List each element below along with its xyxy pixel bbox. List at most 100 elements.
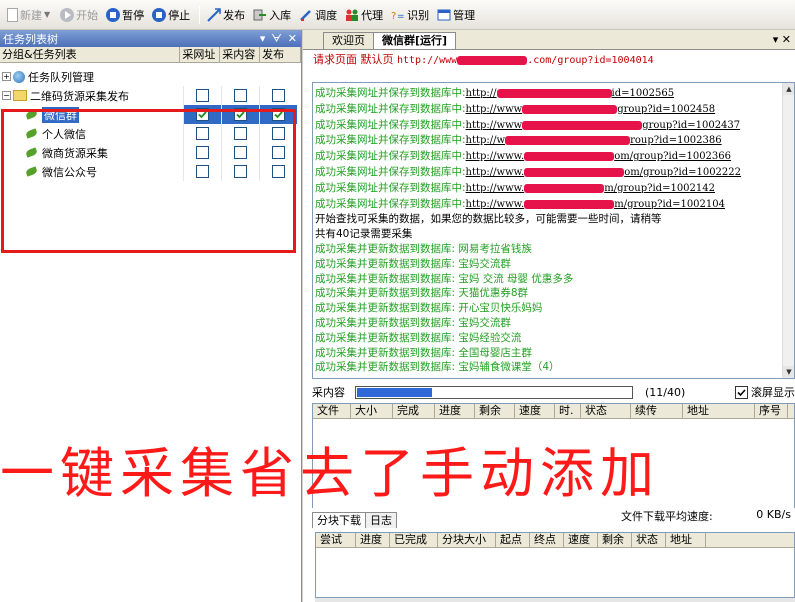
- pin-icon[interactable]: ᗄ: [271, 32, 281, 46]
- collect-url-checkbox[interactable]: [196, 146, 209, 159]
- debug-button[interactable]: 调度: [296, 4, 340, 26]
- scroll-display-toggle[interactable]: 滚屏显示: [735, 384, 795, 400]
- expand-toggle-icon[interactable]: +: [2, 72, 11, 81]
- column-header[interactable]: 进度: [435, 404, 475, 418]
- log-url-link[interactable]: http://www. om/group?id=1002366: [466, 151, 731, 162]
- horizontal-scrollbar[interactable]: [315, 598, 795, 602]
- close-icon[interactable]: ✕: [288, 32, 297, 46]
- tree-row[interactable]: 微商货源采集: [0, 143, 301, 162]
- log-line: 成功采集网址并保存到数据库中:http://www group?id=100243…: [315, 118, 741, 131]
- column-header[interactable]: 完成: [393, 404, 435, 418]
- play-icon: [60, 7, 75, 22]
- import-button[interactable]: 入库: [250, 4, 294, 26]
- recognize-button[interactable]: ? = 识别: [388, 4, 432, 26]
- column-header[interactable]: 分块大小: [438, 533, 496, 547]
- checkbox-cell: [259, 105, 297, 124]
- log-line: 成功采集网址并保存到数据库中:http://www. om/group?id=10…: [315, 165, 742, 178]
- tree-row[interactable]: 个人微信: [0, 124, 301, 143]
- tab-wechat-group-running[interactable]: 微信群[运行]: [373, 32, 457, 49]
- publish-checkbox[interactable]: [272, 146, 285, 159]
- column-header[interactable]: 终点: [530, 533, 564, 547]
- collect-url-checkbox[interactable]: [196, 108, 209, 121]
- column-header[interactable]: 起点: [496, 533, 530, 547]
- collect-content-checkbox[interactable]: [234, 89, 247, 102]
- pause-button[interactable]: 暂停: [103, 4, 147, 26]
- stop-button[interactable]: 停止: [149, 4, 193, 26]
- block-download-list[interactable]: 尝试 进度 已完成 分块大小 起点 终点 速度 剩余 状态 地址: [315, 532, 795, 598]
- scroll-display-label: 滚屏显示: [751, 386, 795, 399]
- log-line: 成功采集网址并保存到数据库中:http://www. om/group?id=10…: [315, 150, 732, 163]
- column-header[interactable]: 时.: [555, 404, 581, 418]
- proxy-button[interactable]: 代理: [342, 4, 386, 26]
- log-url-link[interactable]: http://www group?id=1002458: [466, 104, 716, 115]
- column-header[interactable]: 剩余: [598, 533, 632, 547]
- publish-checkbox[interactable]: [272, 89, 285, 102]
- column-header[interactable]: 序号: [755, 404, 788, 418]
- publish-button[interactable]: 发布: [204, 4, 248, 26]
- column-header[interactable]: 已完成: [390, 533, 438, 547]
- column-header[interactable]: 续传: [631, 404, 683, 418]
- column-header-publish[interactable]: 发布: [260, 47, 302, 62]
- collect-url-checkbox[interactable]: [196, 89, 209, 102]
- expand-toggle-icon[interactable]: −: [2, 91, 11, 100]
- log-url-link[interactable]: http://www. m/group?id=1002142: [466, 183, 715, 194]
- tree-row[interactable]: 微信群: [0, 105, 301, 124]
- publish-checkbox[interactable]: [272, 165, 285, 178]
- publish-checkbox[interactable]: [272, 127, 285, 140]
- column-header[interactable]: 速度: [564, 533, 598, 547]
- publish-checkbox[interactable]: [272, 108, 285, 121]
- checkbox-cell: [221, 162, 259, 181]
- tree-row[interactable]: − 二维码货源采集发布: [0, 86, 301, 105]
- tree-row[interactable]: + 任务队列管理: [0, 67, 301, 86]
- manage-button[interactable]: 管理: [434, 4, 478, 26]
- scroll-up-icon[interactable]: ▲: [783, 83, 794, 95]
- panel-menu-icon[interactable]: ▾: [260, 32, 266, 46]
- checkbox-cell: [259, 143, 297, 162]
- log-url-link[interactable]: http://www group?id=1002437: [466, 120, 741, 131]
- log-url-link[interactable]: http://w roup?id=1002386: [466, 135, 722, 146]
- column-header-tasks[interactable]: 分组&任务列表: [0, 47, 181, 62]
- log-notice: 共有40记录需要采集: [315, 228, 413, 241]
- checkbox-cell: [221, 143, 259, 162]
- log-scrollbar[interactable]: ▲ ▼: [782, 83, 794, 378]
- tab-block-download[interactable]: 分块下载: [312, 512, 366, 528]
- column-header[interactable]: 地址: [666, 533, 706, 547]
- column-header[interactable]: 剩余: [475, 404, 515, 418]
- collect-content-checkbox[interactable]: [234, 146, 247, 159]
- new-button[interactable]: 新建 ▼: [4, 4, 55, 26]
- collect-url-checkbox[interactable]: [196, 165, 209, 178]
- tab-log[interactable]: 日志: [365, 512, 397, 528]
- progress-count: (11/40): [645, 385, 686, 399]
- log-url-link[interactable]: http://www. m/group?id=1002104: [466, 199, 725, 210]
- collect-url-checkbox[interactable]: [196, 127, 209, 140]
- column-header[interactable]: 状态: [581, 404, 631, 418]
- collect-content-checkbox[interactable]: [234, 127, 247, 140]
- column-header[interactable]: 状态: [632, 533, 666, 547]
- log-url-link[interactable]: http://id=1002565: [466, 88, 675, 99]
- log-url-link[interactable]: http://www. om/group?id=1002222: [466, 167, 741, 178]
- log-line: 成功采集网址并保存到数据库中:http://www. m/group?id=100…: [315, 181, 715, 194]
- tab-close-icon[interactable]: ▾ ✕: [773, 33, 791, 46]
- recognize-icon: ? =: [391, 8, 405, 22]
- scroll-display-checkbox[interactable]: [735, 385, 748, 399]
- checkbox-cell: [183, 143, 221, 162]
- collect-log[interactable]: 成功采集网址并保存到数据库中:http://id=1002565 成功采集网址并保…: [312, 82, 795, 379]
- column-header[interactable]: 尝试: [316, 533, 356, 547]
- column-header[interactable]: 文件: [313, 404, 351, 418]
- column-header-collect-url[interactable]: 采网址: [180, 47, 221, 62]
- column-header[interactable]: 地址: [683, 404, 755, 418]
- scroll-down-icon[interactable]: ▼: [783, 366, 794, 378]
- checkbox-cell: [221, 86, 259, 105]
- collect-content-checkbox[interactable]: [234, 165, 247, 178]
- chevron-down-icon[interactable]: ▼: [44, 10, 50, 19]
- column-header[interactable]: 进度: [356, 533, 390, 547]
- task-tree-title-bar: 任务列表树 ▾ ᗄ ✕: [0, 30, 301, 47]
- column-header[interactable]: 速度: [515, 404, 555, 418]
- collect-content-checkbox[interactable]: [234, 108, 247, 121]
- column-header-collect-content[interactable]: 采内容: [220, 47, 261, 62]
- column-header[interactable]: 大小: [351, 404, 393, 418]
- main-toolbar: 新建 ▼ 开始 暂停 停止 发布 入库 调度 代理 ? = 识别 管理: [0, 0, 795, 30]
- tab-welcome[interactable]: 欢迎页: [323, 32, 374, 49]
- start-button[interactable]: 开始: [57, 4, 101, 26]
- tree-row[interactable]: 微信公众号: [0, 162, 301, 181]
